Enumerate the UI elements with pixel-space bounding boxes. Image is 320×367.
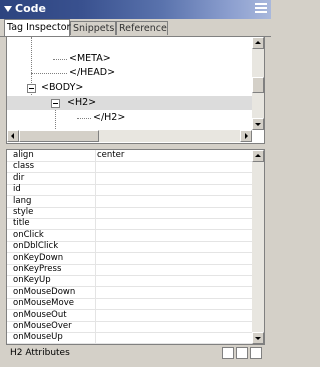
attribute-name: onMouseOver xyxy=(13,321,72,331)
edit-icon[interactable] xyxy=(250,347,262,359)
panel-title: Code xyxy=(15,2,46,15)
collapse-arrow-icon[interactable] xyxy=(4,6,12,12)
attribute-name: onClick xyxy=(13,229,44,240)
attribute-row[interactable]: onDblClick xyxy=(7,241,253,254)
refresh-icon[interactable] xyxy=(222,347,234,359)
attribute-row[interactable]: onMouseOut xyxy=(7,310,253,322)
tab-tag-inspector[interactable]: Tag Inspector xyxy=(4,19,70,36)
panel-titlebar[interactable]: Code xyxy=(0,0,271,19)
tag-tree[interactable]: <META> </HEAD> <BODY> <H2> </H2> xyxy=(6,36,265,144)
attribute-row[interactable]: onMouseOver xyxy=(7,321,253,333)
tree-node-h2-close[interactable]: </H2> xyxy=(7,111,253,125)
status-bar: H2 Attributes xyxy=(6,345,265,361)
tree-node-head-close[interactable]: </HEAD> xyxy=(7,66,253,80)
attribute-name: dir xyxy=(13,172,25,183)
tree-node-h2[interactable]: <H2> xyxy=(7,96,253,110)
scroll-thumb[interactable] xyxy=(252,77,264,93)
collapse-toggle-icon[interactable] xyxy=(27,84,36,93)
attributes-vertical-scrollbar[interactable] xyxy=(252,150,264,344)
attribute-row[interactable]: onMouseUp xyxy=(7,332,253,344)
scroll-thumb[interactable] xyxy=(19,130,99,142)
scroll-right-button[interactable] xyxy=(240,130,252,142)
attribute-row[interactable]: onClick xyxy=(7,230,253,242)
attribute-row[interactable]: onMouseMove xyxy=(7,298,253,311)
attribute-name: lang xyxy=(13,195,32,206)
attribute-name: onMouseDown xyxy=(13,286,76,297)
attribute-row[interactable]: title xyxy=(7,218,253,231)
tab-snippets[interactable]: Snippets xyxy=(70,21,116,35)
attribute-name: class xyxy=(13,161,35,172)
scroll-up-button[interactable] xyxy=(252,37,264,49)
attribute-row[interactable]: onMouseDown xyxy=(7,287,253,299)
attribute-name: onMouseMove xyxy=(13,298,74,309)
attribute-row[interactable]: align center xyxy=(7,150,253,162)
attribute-name: onMouseOut xyxy=(13,309,67,320)
attribute-name: onKeyUp xyxy=(13,275,51,286)
tree-horizontal-scrollbar[interactable] xyxy=(7,130,252,142)
collapse-toggle-icon[interactable] xyxy=(51,99,60,108)
attribute-row[interactable]: onKeyDown xyxy=(7,253,253,265)
tab-bar: Tag Inspector Snippets Reference xyxy=(0,19,271,37)
attributes-grid[interactable]: align center class dir id lang style title onCli… xyxy=(6,149,265,345)
scroll-left-button[interactable] xyxy=(7,130,19,142)
scroll-up-button[interactable] xyxy=(252,150,264,162)
attribute-name: onKeyDown xyxy=(13,252,64,263)
tree-node-body[interactable]: <BODY> xyxy=(7,81,253,95)
attribute-name: style xyxy=(13,207,34,217)
tree-node-meta[interactable]: <META> xyxy=(7,52,253,66)
footer-label: H2 Attributes xyxy=(10,348,70,358)
attribute-name: align xyxy=(13,150,34,160)
attribute-name: onKeyPress xyxy=(13,264,62,274)
attribute-name: title xyxy=(13,218,30,229)
attribute-row[interactable]: style xyxy=(7,207,253,219)
attribute-row[interactable]: dir xyxy=(7,173,253,185)
attribute-name: onMouseUp xyxy=(13,332,63,343)
attribute-row[interactable]: onKeyPress xyxy=(7,264,253,276)
attribute-row[interactable]: class xyxy=(7,161,253,174)
attribute-row[interactable]: onKeyUp xyxy=(7,275,253,288)
new-attribute-icon[interactable] xyxy=(236,347,248,359)
attribute-name: id xyxy=(13,184,21,195)
attribute-name: onDblClick xyxy=(13,241,59,252)
attribute-value[interactable]: center xyxy=(97,150,124,161)
options-menu-icon[interactable] xyxy=(255,3,267,15)
attribute-row[interactable]: id xyxy=(7,184,253,197)
tree-vertical-scrollbar[interactable] xyxy=(252,37,264,130)
scroll-down-button[interactable] xyxy=(252,118,264,130)
attribute-row[interactable]: lang xyxy=(7,196,253,208)
tab-reference[interactable]: Reference xyxy=(116,21,168,35)
scroll-down-button[interactable] xyxy=(252,332,264,344)
